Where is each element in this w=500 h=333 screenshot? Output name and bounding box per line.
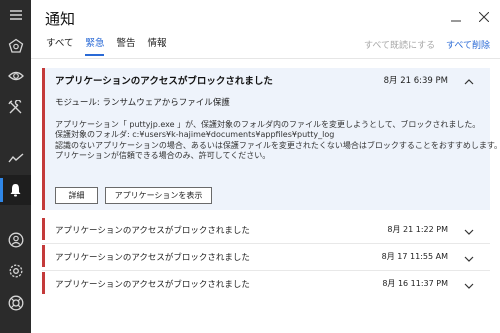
bell-icon (9, 183, 22, 197)
row-divider (42, 243, 490, 244)
notification-title: アプリケーションのアクセスがブロックされました (55, 226, 250, 236)
minimize-icon (451, 7, 461, 26)
expand-button[interactable] (462, 250, 476, 262)
show-application-button[interactable]: アプリケーションを表示 (105, 187, 212, 204)
notification-card-expanded[interactable]: アプリケーションのアクセスがブロックされました 8月 21 6:39 PM モジ… (42, 68, 500, 210)
tab-bar: すべて 緊急 警告 情報 (46, 38, 179, 58)
help-icon (8, 295, 24, 311)
notification-module: モジュール: ランサムウェアからファイル保護 (55, 98, 230, 108)
tab-critical[interactable]: 緊急 (85, 38, 105, 56)
menu-button[interactable] (0, 0, 31, 30)
description-line: 認識のないアプリケーションの場合、あるいは保護ファイルを変更されたくない場合はブ… (55, 140, 500, 150)
close-button[interactable] (473, 6, 495, 26)
sidebar-item-dashboard[interactable] (0, 31, 31, 61)
expand-button[interactable] (462, 223, 476, 235)
account-icon (8, 232, 24, 248)
description-line: アプリケーション「 puttyjp.exe 」が、保護対象のフォルダ内のファイル… (55, 120, 481, 129)
eye-icon (7, 70, 24, 82)
chevron-up-icon (464, 70, 474, 89)
menu-icon (9, 10, 22, 20)
tab-info[interactable]: 情報 (148, 38, 167, 56)
sidebar-item-account[interactable] (0, 225, 31, 255)
notification-title: アプリケーションのアクセスがブロックされました (55, 253, 250, 263)
notification-time: 8月 21 6:39 PM (383, 76, 448, 86)
notification-row[interactable]: アプリケーションのアクセスがブロックされました 8月 17 11:55 AM (42, 245, 490, 267)
expand-button[interactable] (462, 277, 476, 289)
pentagon-icon (8, 38, 24, 54)
sidebar-item-help[interactable] (0, 288, 31, 318)
notification-title: アプリケーションのアクセスがブロックされました (55, 76, 273, 87)
notification-row[interactable]: アプリケーションのアクセスがブロックされました 8月 21 1:22 PM (42, 218, 490, 240)
tab-actions: すべて既読にする すべて削除 (364, 38, 490, 51)
chevron-down-icon (464, 220, 474, 239)
tools-icon (8, 99, 23, 115)
collapse-button[interactable] (462, 73, 476, 85)
sidebar-item-monitoring[interactable] (0, 61, 31, 91)
tab-divider (31, 58, 500, 59)
notification-title: アプリケーションのアクセスがブロックされました (55, 280, 250, 290)
sidebar-item-settings[interactable] (0, 256, 31, 286)
sidebar (0, 0, 31, 333)
details-button[interactable]: 詳細 (55, 187, 98, 204)
notification-time: 8月 16 11:37 PM (382, 279, 448, 288)
tab-warning[interactable]: 警告 (116, 38, 135, 56)
mark-all-read-link[interactable]: すべて既読にする (364, 41, 435, 51)
page-title: 通知 (45, 10, 76, 28)
notification-description: アプリケーション「 puttyjp.exe 」が、保護対象のフォルダ内のファイル… (55, 120, 500, 162)
row-divider (42, 270, 490, 271)
settings-icon (8, 263, 24, 279)
tab-all[interactable]: すべて (46, 38, 73, 56)
notification-row[interactable]: アプリケーションのアクセスがブロックされました 8月 16 11:37 PM (42, 272, 490, 294)
description-line: プリケーションが信頼できる場合のみ、許可してください。 (55, 151, 271, 161)
chevron-down-icon (464, 274, 474, 293)
chevron-down-icon (464, 247, 474, 266)
close-icon (478, 7, 490, 26)
sidebar-item-reports[interactable] (0, 143, 31, 173)
notification-time: 8月 17 11:55 AM (381, 252, 448, 261)
description-line: 保護対象のフォルダ: c:¥users¥k-hajime¥documents¥a… (55, 130, 335, 140)
sidebar-item-notifications[interactable] (0, 175, 31, 205)
minimize-button[interactable] (445, 6, 467, 26)
chart-icon (7, 152, 24, 164)
sidebar-item-tools[interactable] (0, 92, 31, 122)
notification-time: 8月 21 1:22 PM (387, 225, 448, 234)
delete-all-link[interactable]: すべて削除 (446, 41, 490, 51)
